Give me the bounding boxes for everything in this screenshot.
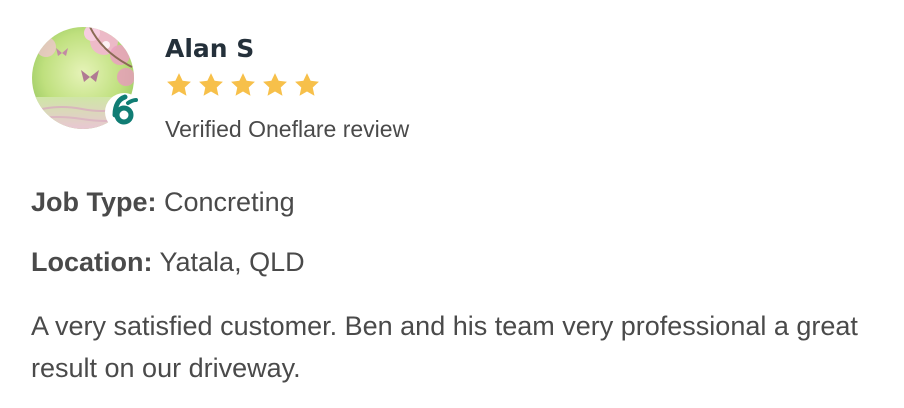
star-icon — [167, 73, 191, 96]
oneflare-logo-icon — [105, 93, 143, 131]
avatar-container — [32, 27, 143, 131]
review-card: Alan S Verified Oneflare review Job Type… — [0, 0, 904, 408]
job-type-label: Job Type: — [31, 187, 157, 217]
star-icon — [263, 73, 287, 96]
star-icon — [295, 73, 319, 96]
review-text: A very satisfied customer. Ben and his t… — [31, 311, 858, 383]
location-label: Location: — [31, 247, 153, 277]
star-rating — [165, 71, 321, 99]
reviewer-name: Alan S — [165, 34, 255, 63]
job-type-row: Job Type: Concreting — [31, 185, 295, 219]
star-icon — [199, 73, 223, 96]
verified-label: Verified Oneflare review — [165, 116, 410, 142]
location-value: Yatala, QLD — [159, 247, 305, 277]
location-row: Location: Yatala, QLD — [31, 245, 305, 279]
star-icon — [231, 73, 255, 96]
job-type-value: Concreting — [164, 187, 295, 217]
